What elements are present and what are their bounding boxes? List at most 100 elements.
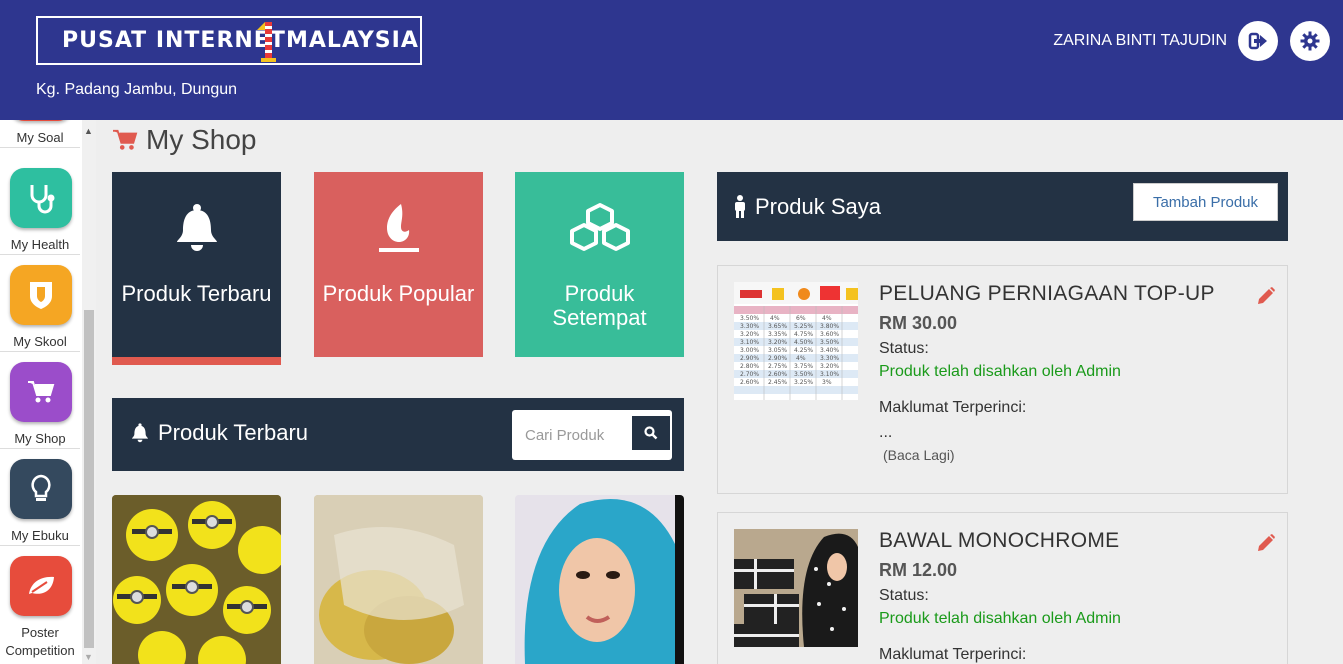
bell-icon bbox=[176, 204, 217, 251]
status-label: Status: bbox=[879, 340, 929, 357]
product-image bbox=[515, 495, 684, 664]
svg-text:3.30%: 3.30% bbox=[820, 355, 839, 362]
sidebar-item-label: My Ebuku bbox=[11, 528, 69, 543]
sidebar-item-my-skool[interactable]: My Skool bbox=[0, 255, 80, 352]
sidebar-item-my-ebuku[interactable]: My Ebuku bbox=[0, 449, 80, 546]
page-title: My Shop bbox=[112, 124, 257, 156]
sidebar-item-my-soal[interactable]: My Soal bbox=[0, 120, 80, 148]
svg-text:3.20%: 3.20% bbox=[740, 331, 759, 338]
detail-label: Maklumat Terperinci: bbox=[879, 399, 1027, 416]
tile-label: Produk Terbaru bbox=[121, 281, 272, 306]
cart-icon bbox=[10, 362, 72, 422]
logout-button[interactable] bbox=[1238, 21, 1278, 61]
tile-label: Produk Setempat bbox=[552, 281, 647, 330]
cart-icon bbox=[113, 129, 138, 150]
pencil-icon bbox=[1258, 534, 1275, 551]
search-input[interactable] bbox=[512, 410, 630, 460]
sidebar-item-label: My Shop bbox=[14, 431, 66, 446]
svg-text:3.35%: 3.35% bbox=[768, 331, 787, 338]
svg-text:3.10%: 3.10% bbox=[820, 371, 839, 378]
product-thumbnail[interactable] bbox=[112, 495, 281, 664]
svg-text:4%: 4% bbox=[770, 315, 780, 322]
logout-icon bbox=[1248, 32, 1267, 50]
section-title: Produk Terbaru bbox=[158, 420, 309, 445]
product-name[interactable]: PELUANG PERNIAGAAN TOP-UP bbox=[879, 282, 1215, 306]
sidebar-scroll-thumb[interactable] bbox=[84, 310, 94, 648]
edit-button[interactable] bbox=[1256, 286, 1276, 311]
page-title-text: My Shop bbox=[146, 124, 257, 155]
sidebar-item-my-health[interactable]: My Health bbox=[0, 158, 80, 255]
logo-flag-icon bbox=[257, 22, 276, 62]
read-more-link[interactable]: (Baca Lagi) bbox=[883, 447, 955, 463]
tile-produk-popular[interactable]: Produk Popular bbox=[314, 172, 483, 357]
svg-text:3.10%: 3.10% bbox=[740, 339, 759, 346]
status-label: Status: bbox=[879, 587, 929, 604]
top-header: PUSAT INTERNET MALAYSIA Kg. Padang Jambu… bbox=[0, 0, 1343, 120]
product-card: 3.50% 4% 6% 4% 3.30% 3.65% 5.25% 3.80% 3.20% 3.… bbox=[717, 265, 1288, 494]
settings-button[interactable] bbox=[1290, 21, 1330, 61]
tile-produk-terbaru[interactable]: Produk Terbaru bbox=[112, 172, 281, 357]
cubes-icon bbox=[569, 203, 630, 251]
add-product-button[interactable]: Tambah Produk bbox=[1133, 183, 1278, 221]
detail-label: Maklumat Terperinci: bbox=[879, 646, 1027, 663]
sidebar-item-my-shop[interactable]: My Shop bbox=[0, 352, 80, 449]
search-icon bbox=[644, 426, 658, 440]
bell-icon bbox=[132, 423, 148, 443]
svg-text:4.75%: 4.75% bbox=[794, 331, 813, 338]
product-image[interactable]: 3.50% 4% 6% 4% 3.30% 3.65% 5.25% 3.80% 3.20% 3.… bbox=[734, 282, 858, 400]
edit-button[interactable] bbox=[1256, 533, 1276, 558]
scroll-down-arrow-icon[interactable]: ▼ bbox=[84, 652, 93, 662]
sidebar-item-label: My Skool bbox=[13, 334, 67, 349]
center-location: Kg. Padang Jambu, Dungun bbox=[36, 81, 238, 98]
gear-icon bbox=[1300, 31, 1320, 51]
tile-produk-setempat[interactable]: Produk Setempat bbox=[515, 172, 684, 357]
product-search bbox=[512, 410, 672, 460]
sidebar-item-label: Poster Competition bbox=[5, 625, 75, 658]
svg-text:3.50%: 3.50% bbox=[794, 371, 813, 378]
svg-text:3%: 3% bbox=[822, 379, 832, 386]
svg-text:3.20%: 3.20% bbox=[768, 339, 787, 346]
active-tile-indicator bbox=[112, 357, 281, 365]
product-image[interactable] bbox=[734, 529, 858, 647]
svg-text:4.25%: 4.25% bbox=[794, 347, 813, 354]
product-price: RM 12.00 bbox=[879, 560, 958, 580]
status-text: Produk telah disahkan oleh Admin bbox=[879, 610, 1121, 627]
svg-text:3.65%: 3.65% bbox=[768, 323, 787, 330]
svg-text:3.50%: 3.50% bbox=[820, 339, 839, 346]
svg-text:3.05%: 3.05% bbox=[768, 347, 787, 354]
svg-text:6%: 6% bbox=[796, 315, 806, 322]
svg-text:4%: 4% bbox=[822, 315, 832, 322]
product-image bbox=[314, 495, 483, 664]
svg-text:3.60%: 3.60% bbox=[820, 331, 839, 338]
product-name[interactable]: BAWAL MONOCHROME bbox=[879, 529, 1119, 553]
logo-text-right: MALAYSIA bbox=[286, 28, 419, 53]
svg-text:2.90%: 2.90% bbox=[740, 355, 759, 362]
svg-text:2.60%: 2.60% bbox=[740, 379, 759, 386]
quiz-icon bbox=[10, 120, 72, 121]
tile-label: Produk Popular bbox=[322, 281, 475, 306]
site-logo[interactable]: PUSAT INTERNET MALAYSIA bbox=[36, 16, 422, 65]
svg-text:3.00%: 3.00% bbox=[740, 347, 759, 354]
leaf-icon bbox=[10, 556, 72, 616]
sidebar-item-label: My Soal bbox=[16, 130, 64, 145]
person-icon bbox=[735, 195, 745, 218]
pencil-icon bbox=[1258, 287, 1275, 304]
svg-text:3.20%: 3.20% bbox=[820, 363, 839, 370]
svg-text:2.45%: 2.45% bbox=[768, 379, 787, 386]
app-sidebar: My Soal My Health My Skool My Shop My Eb… bbox=[0, 120, 96, 664]
shield-icon bbox=[10, 265, 72, 325]
svg-text:3.40%: 3.40% bbox=[820, 347, 839, 354]
svg-text:2.60%: 2.60% bbox=[768, 371, 787, 378]
search-button[interactable] bbox=[632, 416, 670, 450]
user-name[interactable]: ZARINA BINTI TAJUDIN bbox=[1053, 32, 1227, 50]
product-thumbnail[interactable] bbox=[515, 495, 684, 664]
svg-text:2.80%: 2.80% bbox=[740, 363, 759, 370]
product-card: BAWAL MONOCHROME RM 12.00 Status: Produk… bbox=[717, 512, 1288, 664]
product-price: RM 30.00 bbox=[879, 313, 958, 333]
lightbulb-icon bbox=[10, 459, 72, 519]
sidebar-item-poster-competition[interactable]: Poster Competition bbox=[0, 546, 80, 664]
scroll-up-arrow-icon[interactable]: ▲ bbox=[84, 126, 93, 136]
product-thumbnail[interactable] bbox=[314, 495, 483, 664]
svg-text:4.50%: 4.50% bbox=[794, 339, 813, 346]
svg-text:2.75%: 2.75% bbox=[768, 363, 787, 370]
